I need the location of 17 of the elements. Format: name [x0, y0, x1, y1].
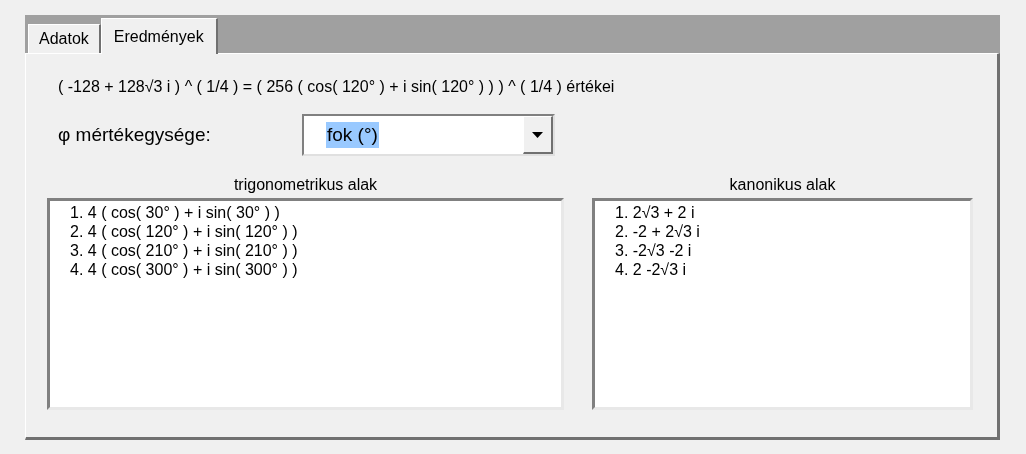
list-item[interactable]: 4. 4 ( cos( 300° ) + i sin( 300° ) ) — [70, 260, 298, 279]
list-item[interactable]: 3. 4 ( cos( 210° ) + i sin( 210° ) ) — [70, 241, 298, 260]
unit-dropdown[interactable]: fok (°) — [302, 114, 555, 156]
list-item[interactable]: 3. -2√3 -2 i — [615, 241, 692, 260]
list-item[interactable]: 1. 4 ( cos( 30° ) + i sin( 30° ) ) — [70, 203, 280, 222]
list-item[interactable]: 2. 4 ( cos( 120° ) + i sin( 120° ) ) — [70, 222, 298, 241]
list-heading: kanonikus alak — [729, 176, 836, 195]
list-heading: trigonometrikus alak — [233, 176, 378, 195]
list-item[interactable]: 1. 2√3 + 2 i — [615, 203, 695, 222]
list-item[interactable]: 2. -2 + 2√3 i — [615, 222, 700, 241]
tab[interactable]: Adatok — [28, 24, 101, 53]
dropdown-button[interactable] — [523, 116, 553, 154]
formula-text: ( -128 + 128√3 i ) ^ ( 1/4 ) = ( 256 ( cos( 120° ) + i sin( 120° ) ) ) ^ ( 1/4 ) értékei — [58, 78, 616, 96]
caret-icon — [532, 131, 543, 138]
unit-label: φ mértékegysége: — [58, 124, 212, 146]
list-item[interactable]: 4. 2 -2√3 i — [615, 260, 687, 279]
tab[interactable]: Eredmények — [100, 18, 218, 54]
